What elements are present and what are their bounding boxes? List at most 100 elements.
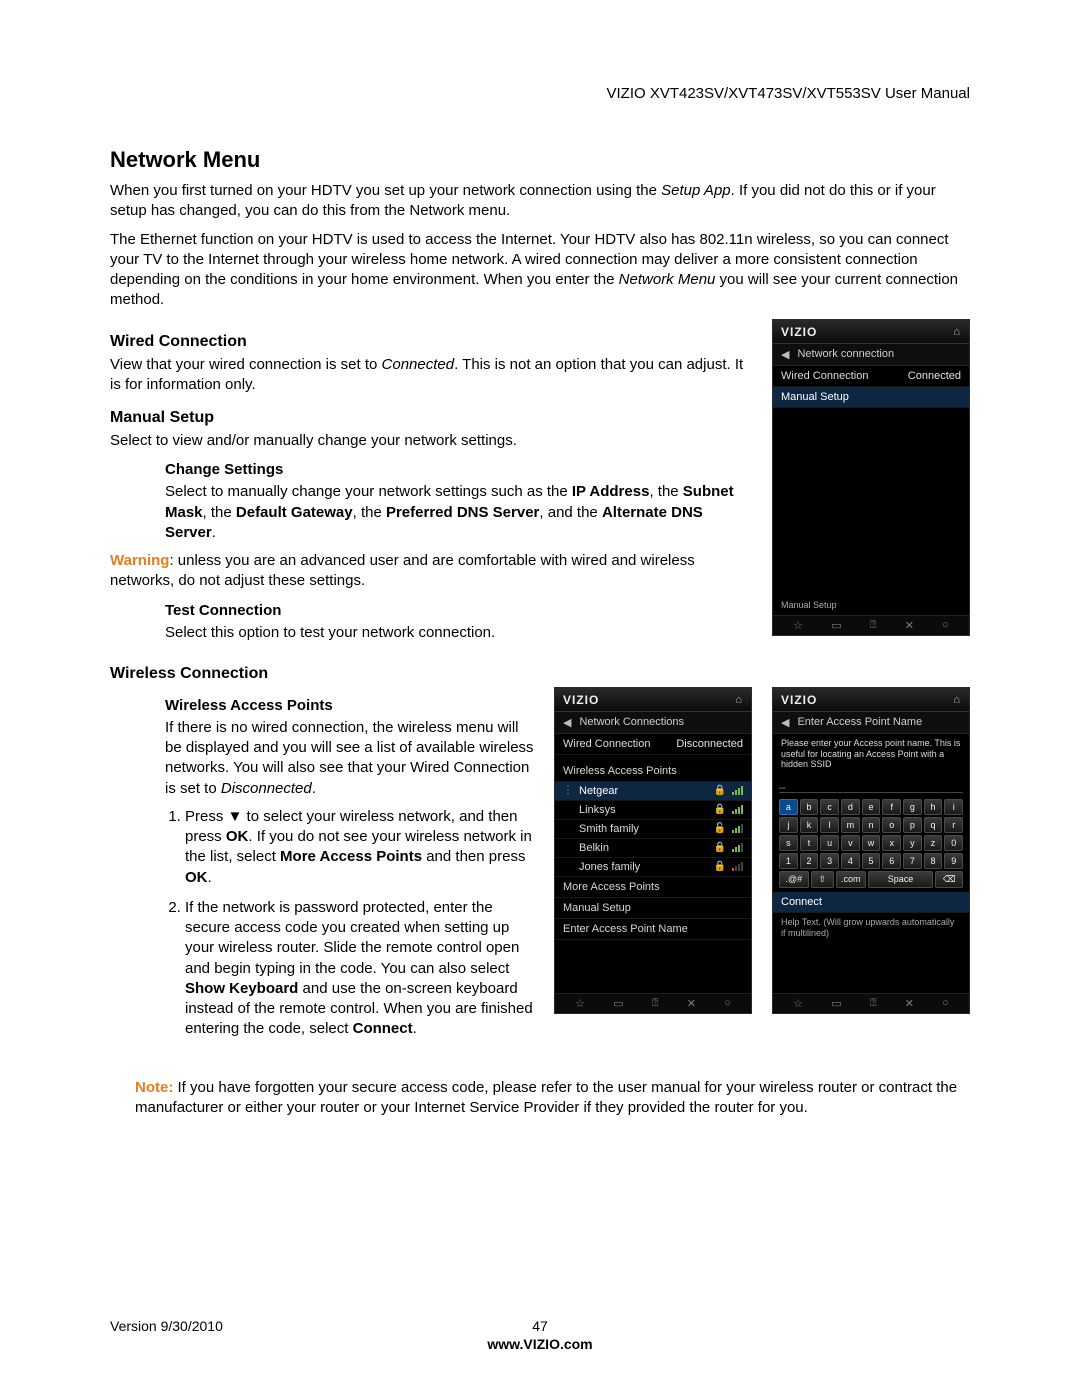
lock-icon: 🔒 <box>714 785 726 796</box>
kb-key[interactable]: w <box>862 835 881 851</box>
star-icon[interactable]: ☆ <box>793 619 803 632</box>
kb-key[interactable]: 7 <box>903 853 922 869</box>
section-wireless-aps: Wireless Access Points <box>555 755 751 782</box>
kb-key[interactable]: n <box>862 817 881 833</box>
kb-key[interactable]: i <box>944 799 963 815</box>
kb-key-symbols[interactable]: .@# <box>779 871 809 888</box>
home-icon[interactable]: ⌂ <box>953 694 961 706</box>
star-icon[interactable]: ☆ <box>793 997 803 1010</box>
wifi-net-4[interactable]: Jones family 🔒 <box>555 858 751 877</box>
star-icon[interactable]: ☆ <box>575 997 585 1010</box>
kb-key[interactable]: l <box>820 817 839 833</box>
note-text: Note: If you have forgotten your secure … <box>135 1078 970 1119</box>
circle-icon[interactable]: ○ <box>942 619 949 632</box>
kb-key[interactable]: q <box>924 817 943 833</box>
footer-version: Version 9/30/2010 <box>110 1318 223 1334</box>
row-wired-connection[interactable]: Wired Connection Connected <box>773 366 969 387</box>
home-icon[interactable]: ⌂ <box>735 694 743 706</box>
kb-key[interactable]: v <box>841 835 860 851</box>
ap-name-input[interactable]: – <box>779 780 963 793</box>
kb-key[interactable]: 3 <box>820 853 839 869</box>
kb-key-dotcom[interactable]: .com <box>836 871 866 888</box>
lock-icon: 🔒 <box>714 842 726 853</box>
wifi-net-1[interactable]: Linksys 🔒 <box>555 801 751 820</box>
panel3-breadcrumb[interactable]: ◀ Enter Access Point Name <box>773 712 969 734</box>
kb-key[interactable]: b <box>800 799 819 815</box>
help-icon[interactable]: ⍰ <box>870 619 877 632</box>
kb-key-backspace[interactable]: ⌫ <box>935 871 963 888</box>
signal-icon <box>732 862 743 871</box>
lock-icon: 🔓 <box>714 823 726 834</box>
wifi-net-3[interactable]: Belkin 🔒 <box>555 839 751 858</box>
manual-setup-heading: Manual Setup <box>110 409 752 427</box>
row-manual-setup[interactable]: Manual Setup <box>555 898 751 919</box>
rect-icon[interactable]: ▭ <box>831 619 841 632</box>
kb-key[interactable]: t <box>800 835 819 851</box>
test-connection-heading: Test Connection <box>165 602 752 619</box>
help-icon[interactable]: ⍰ <box>652 997 659 1010</box>
kb-key[interactable]: r <box>944 817 963 833</box>
kb-key[interactable]: d <box>841 799 860 815</box>
rect-icon[interactable]: ▭ <box>831 997 841 1010</box>
kb-key[interactable]: 2 <box>800 853 819 869</box>
kb-key[interactable]: 0 <box>944 835 963 851</box>
kb-key-space[interactable]: Space <box>868 871 934 888</box>
kb-key[interactable]: p <box>903 817 922 833</box>
rect-icon[interactable]: ▭ <box>613 997 623 1010</box>
kb-key[interactable]: f <box>882 799 901 815</box>
kb-key-shift[interactable]: ⇧ <box>811 871 834 888</box>
kb-key[interactable]: u <box>820 835 839 851</box>
row-manual-setup[interactable]: Manual Setup <box>773 387 969 408</box>
row-more-access-points[interactable]: More Access Points <box>555 877 751 898</box>
close-icon[interactable]: ✕ <box>905 997 914 1010</box>
footer-site: www.VIZIO.com <box>110 1336 970 1352</box>
kb-key[interactable]: 6 <box>882 853 901 869</box>
signal-icon <box>732 824 743 833</box>
intro-paragraph-2: The Ethernet function on your HDTV is us… <box>110 230 970 311</box>
kb-key[interactable]: g <box>903 799 922 815</box>
back-icon[interactable]: ◀ <box>563 716 571 729</box>
kb-key[interactable]: h <box>924 799 943 815</box>
wifi-net-0[interactable]: ⋮ Netgear 🔒 <box>555 782 751 801</box>
kb-key[interactable]: j <box>779 817 798 833</box>
wifi-icon: ⋮ <box>563 785 573 796</box>
page-title: Network Menu <box>110 147 970 173</box>
kb-key[interactable]: k <box>800 817 819 833</box>
row-wired-status: Wired Connection Disconnected <box>555 734 751 755</box>
warning-text: Warning: unless you are an advanced user… <box>110 551 752 592</box>
row-connect[interactable]: Connect <box>773 892 969 913</box>
kb-key[interactable]: x <box>882 835 901 851</box>
kb-key[interactable]: c <box>820 799 839 815</box>
kb-key[interactable]: s <box>779 835 798 851</box>
kb-key[interactable]: z <box>924 835 943 851</box>
row-enter-ap-name[interactable]: Enter Access Point Name <box>555 919 751 940</box>
kb-key[interactable]: 5 <box>862 853 881 869</box>
kb-key[interactable]: y <box>903 835 922 851</box>
close-icon[interactable]: ✕ <box>687 997 696 1010</box>
signal-icon <box>732 843 743 852</box>
kb-key[interactable]: 4 <box>841 853 860 869</box>
panel1-hint: Manual Setup <box>773 596 969 615</box>
panel2-brand: VIZIO <box>563 693 599 707</box>
kb-key[interactable]: 1 <box>779 853 798 869</box>
close-icon[interactable]: ✕ <box>905 619 914 632</box>
kb-key[interactable]: m <box>841 817 860 833</box>
kb-key[interactable]: 8 <box>924 853 943 869</box>
back-icon[interactable]: ◀ <box>781 716 789 729</box>
help-icon[interactable]: ⍰ <box>870 997 877 1010</box>
panel2-footer: ☆ ▭ ⍰ ✕ ○ <box>555 993 751 1013</box>
panel1-breadcrumb[interactable]: ◀ Network connection <box>773 344 969 366</box>
kb-key[interactable]: 9 <box>944 853 963 869</box>
panel1-footer: ☆ ▭ ⍰ ✕ ○ <box>773 615 969 635</box>
wifi-net-2[interactable]: Smith family 🔓 <box>555 820 751 839</box>
kb-key[interactable]: e <box>862 799 881 815</box>
wired-connection-heading: Wired Connection <box>110 333 752 351</box>
circle-icon[interactable]: ○ <box>724 997 731 1010</box>
back-icon[interactable]: ◀ <box>781 348 789 361</box>
panel2-breadcrumb[interactable]: ◀ Network Connections <box>555 712 751 734</box>
kb-key[interactable]: a <box>779 799 798 815</box>
circle-icon[interactable]: ○ <box>942 997 949 1010</box>
footer-page: 47 <box>532 1318 548 1334</box>
kb-key[interactable]: o <box>882 817 901 833</box>
home-icon[interactable]: ⌂ <box>953 326 961 338</box>
